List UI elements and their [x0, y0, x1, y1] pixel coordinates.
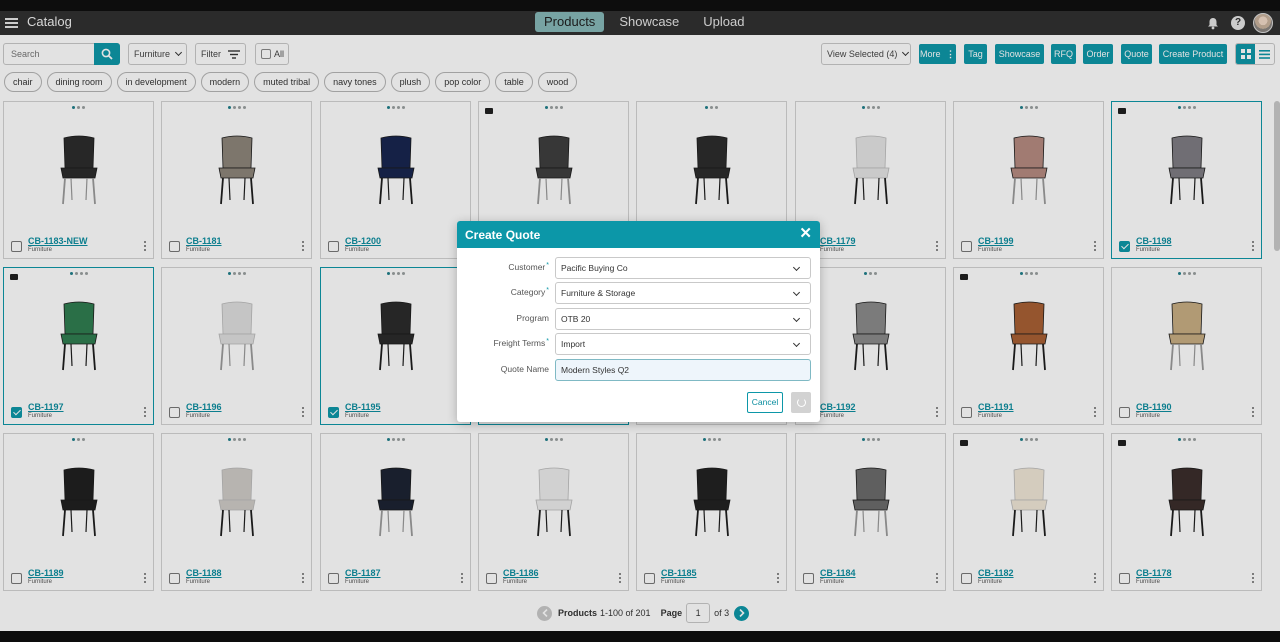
close-icon[interactable]: ✕ [799, 226, 812, 242]
program-label: Program [516, 313, 549, 323]
freight-terms-row: Freight Terms* Import [457, 333, 820, 355]
program-select[interactable]: OTB 20 [555, 308, 811, 330]
quote-name-input[interactable]: Modern Styles Q2 [555, 359, 811, 381]
customer-label: Customer* [508, 262, 549, 272]
chevron-down-icon [792, 339, 801, 348]
quote-name-row: Quote Name Modern Styles Q2 [457, 359, 820, 381]
program-row: Program OTB 20 [457, 308, 820, 330]
category-select[interactable]: Furniture & Storage [555, 282, 811, 304]
cancel-button[interactable]: Cancel [747, 392, 783, 413]
chevron-down-icon [792, 314, 801, 323]
category-label: Category* [510, 287, 549, 297]
customer-select[interactable]: Pacific Buying Co [555, 257, 811, 279]
app-window: Catalog Products Showcase Upload ? Furni… [0, 11, 1280, 631]
quote-name-label: Quote Name [500, 364, 549, 374]
save-button[interactable] [791, 392, 811, 413]
freight-terms-label: Freight Terms* [493, 338, 549, 348]
chevron-down-icon [792, 288, 801, 297]
create-quote-dialog: Create Quote ✕ Customer* Pacific Buying … [457, 221, 820, 422]
customer-row: Customer* Pacific Buying Co [457, 257, 820, 279]
dialog-title: Create Quote [465, 228, 541, 242]
loading-spinner-icon [796, 398, 806, 407]
category-row: Category* Furniture & Storage [457, 282, 820, 304]
freight-terms-select[interactable]: Import [555, 333, 811, 355]
dialog-header: Create Quote ✕ [457, 221, 820, 248]
chevron-down-icon [792, 263, 801, 272]
